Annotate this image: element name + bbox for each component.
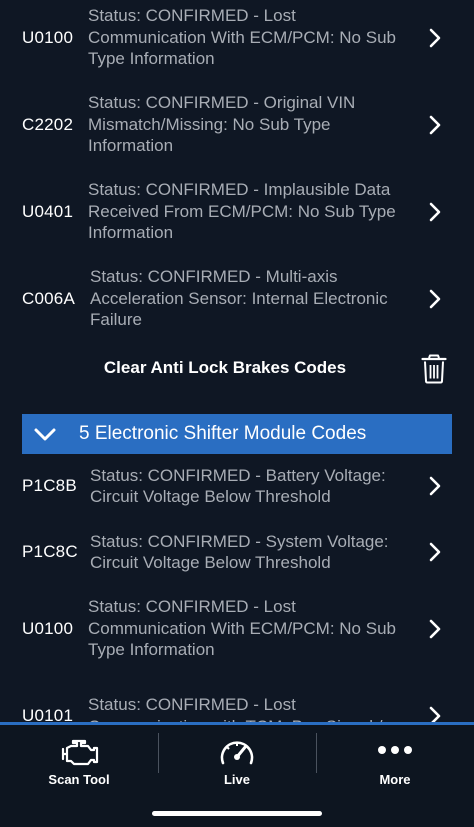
gauge-icon — [217, 735, 257, 769]
code-row[interactable]: P1C8B Status: CONFIRMED - Battery Voltag… — [0, 464, 474, 508]
more-dots-icon — [375, 735, 415, 769]
code-description: Status: CONFIRMED - Battery Voltage: Cir… — [90, 465, 386, 507]
tab-live[interactable]: Live — [158, 725, 316, 825]
tab-label: Scan Tool — [48, 772, 110, 787]
code-id: C2202 — [22, 114, 74, 134]
home-indicator[interactable] — [152, 811, 322, 816]
code-row[interactable]: U0100 Status: CONFIRMED - Lost Communica… — [0, 585, 474, 672]
codes-list: U0100 Status: CONFIRMED - Lost Communica… — [0, 0, 474, 722]
code-row[interactable]: U0100 Status: CONFIRMED - Lost Communica… — [0, 0, 474, 81]
code-row[interactable]: C006A Status: CONFIRMED - Multi-axis Acc… — [0, 255, 474, 342]
clear-codes-button[interactable]: Clear Anti Lock Brakes Codes — [0, 358, 450, 378]
code-id: U0101 — [22, 705, 74, 723]
chevron-right-icon[interactable] — [424, 288, 446, 310]
code-description: Status: CONFIRMED - System Voltage: Circ… — [90, 531, 389, 573]
code-id: U0401 — [22, 201, 74, 221]
code-description: Status: CONFIRMED - Original VIN Mismatc… — [88, 93, 356, 156]
code-description: Status: CONFIRMED - Multi-axis Accelerat… — [90, 267, 388, 330]
chevron-right-icon[interactable] — [424, 27, 446, 49]
code-description: Status: CONFIRMED - Lost Communication W… — [88, 597, 396, 660]
code-row[interactable]: U0101 Status: CONFIRMED - Lost Communica… — [0, 672, 474, 722]
engine-icon — [59, 735, 99, 769]
tab-label: Live — [223, 772, 250, 787]
code-id: U0100 — [22, 27, 74, 47]
chevron-right-icon[interactable] — [424, 475, 446, 497]
chevron-down-icon — [33, 422, 57, 446]
code-row[interactable]: U0401 Status: CONFIRMED - Implausible Da… — [0, 168, 474, 255]
tab-label: More — [379, 772, 411, 787]
code-description: Status: CONFIRMED - Lost Communication W… — [88, 6, 396, 69]
code-id: P1C8C — [22, 542, 78, 561]
code-description: Status: CONFIRMED - Lost Communication w… — [88, 695, 382, 722]
trash-icon[interactable] — [421, 354, 447, 384]
chevron-right-icon[interactable] — [424, 541, 446, 563]
code-row[interactable]: C2202 Status: CONFIRMED - Original VIN M… — [0, 81, 474, 168]
code-description: Status: CONFIRMED - Implausible Data Rec… — [88, 180, 396, 243]
tab-scan-tool[interactable]: Scan Tool — [0, 725, 158, 825]
code-id: P1C8B — [22, 476, 77, 495]
tab-more[interactable]: More — [316, 725, 474, 825]
section-title: 5 Electronic Shifter Module Codes — [79, 423, 367, 444]
clear-codes-row: Clear Anti Lock Brakes Codes — [0, 346, 474, 392]
chevron-right-icon[interactable] — [424, 114, 446, 136]
code-id: C006A — [22, 288, 75, 308]
code-row[interactable]: P1C8C Status: CONFIRMED - System Voltage… — [0, 530, 474, 574]
chevron-right-icon[interactable] — [424, 618, 446, 640]
chevron-right-icon[interactable] — [424, 201, 446, 223]
chevron-right-icon[interactable] — [424, 705, 446, 722]
section-header-shifter[interactable]: 5 Electronic Shifter Module Codes — [22, 414, 452, 454]
code-id: U0100 — [22, 618, 74, 638]
